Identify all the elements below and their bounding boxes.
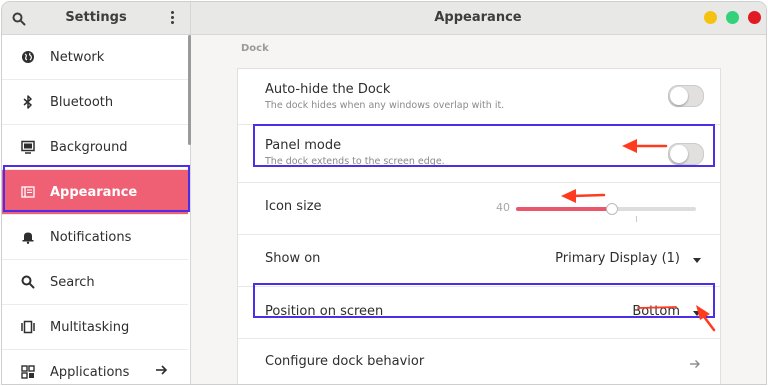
autohide-title: Auto-hide the Dock [265,82,391,97]
toggle-knob [670,145,688,163]
title-bar: Settings Appearance [2,2,766,35]
autohide-subtitle: The dock hides when any windows overlap … [265,100,505,111]
toggle-knob [670,87,688,105]
icon-size-title: Icon size [265,199,322,214]
sidebar-item-label: Applications [50,364,130,380]
panel-mode-subtitle: The dock extends to the screen edge. [265,156,445,167]
position-value[interactable]: Bottom [632,304,680,319]
chevron-down-icon[interactable] [693,311,701,316]
show-on-value[interactable]: Primary Display (1) [555,251,680,266]
sidebar-title: Settings [65,10,127,25]
panel-mode-row[interactable]: Panel mode The dock extends to the scree… [238,125,720,183]
arrow-right-icon [154,363,168,377]
search-icon [20,274,36,290]
sidebar: Network Bluetooth Background Appearance … [2,35,191,384]
slider-tick [636,216,637,222]
show-on-row[interactable]: Show on Primary Display (1) [238,235,720,287]
sidebar-item-network[interactable]: Network [2,35,188,80]
menu-icon[interactable] [169,10,175,26]
configure-row[interactable]: Configure dock behavior [238,339,720,384]
sidebar-item-multitasking[interactable]: Multitasking [2,305,188,350]
appearance-panel: Dock Auto-hide the Dock The dock hides w… [191,35,766,384]
globe-icon [20,49,36,65]
sidebar-header: Settings [2,2,191,34]
appearance-icon [20,184,36,200]
sidebar-item-appearance[interactable]: Appearance [2,170,188,215]
slider-thumb[interactable] [606,203,619,215]
close-button[interactable] [748,11,761,24]
show-on-title: Show on [265,251,321,266]
page-title: Appearance [434,10,522,25]
sidebar-item-label: Network [50,49,105,65]
panel-mode-title: Panel mode [265,138,342,153]
position-row[interactable]: Position on screen Bottom [238,287,720,339]
arrow-right-icon [688,356,702,370]
maximize-button[interactable] [726,11,739,24]
position-title: Position on screen [265,304,384,319]
dock-settings-card: Auto-hide the Dock The dock hides when a… [237,68,721,384]
autohide-toggle[interactable] [668,85,704,107]
configure-title: Configure dock behavior [265,354,425,369]
sidebar-item-label: Background [50,139,128,155]
icon-size-slider[interactable] [516,203,696,215]
bluetooth-icon [20,94,36,110]
sidebar-item-bluetooth[interactable]: Bluetooth [2,80,188,125]
minimize-button[interactable] [704,11,717,24]
icon-size-value: 40 [496,201,510,214]
notifications-icon [20,229,36,245]
sidebar-item-background[interactable]: Background [2,125,188,170]
autohide-row[interactable]: Auto-hide the Dock The dock hides when a… [238,69,720,125]
panel-mode-toggle[interactable] [668,143,704,165]
sidebar-item-label: Search [50,274,95,290]
sidebar-item-applications[interactable]: Applications [2,350,188,384]
sidebar-item-label: Multitasking [50,319,130,335]
sidebar-item-notifications[interactable]: Notifications [2,215,188,260]
icon-size-row: Icon size 40 [238,183,720,235]
settings-window: Settings Appearance Network Bluetooth Ba… [2,2,766,384]
applications-icon [20,364,36,380]
section-label-dock: Dock [241,43,269,54]
monitor-icon [20,139,36,155]
sidebar-item-label: Appearance [50,184,138,200]
chevron-down-icon[interactable] [693,258,701,263]
sidebar-item-label: Bluetooth [50,94,114,110]
sidebar-item-label: Notifications [50,229,132,245]
slider-fill [516,207,612,211]
multitasking-icon [20,319,36,335]
sidebar-item-search[interactable]: Search [2,260,188,305]
